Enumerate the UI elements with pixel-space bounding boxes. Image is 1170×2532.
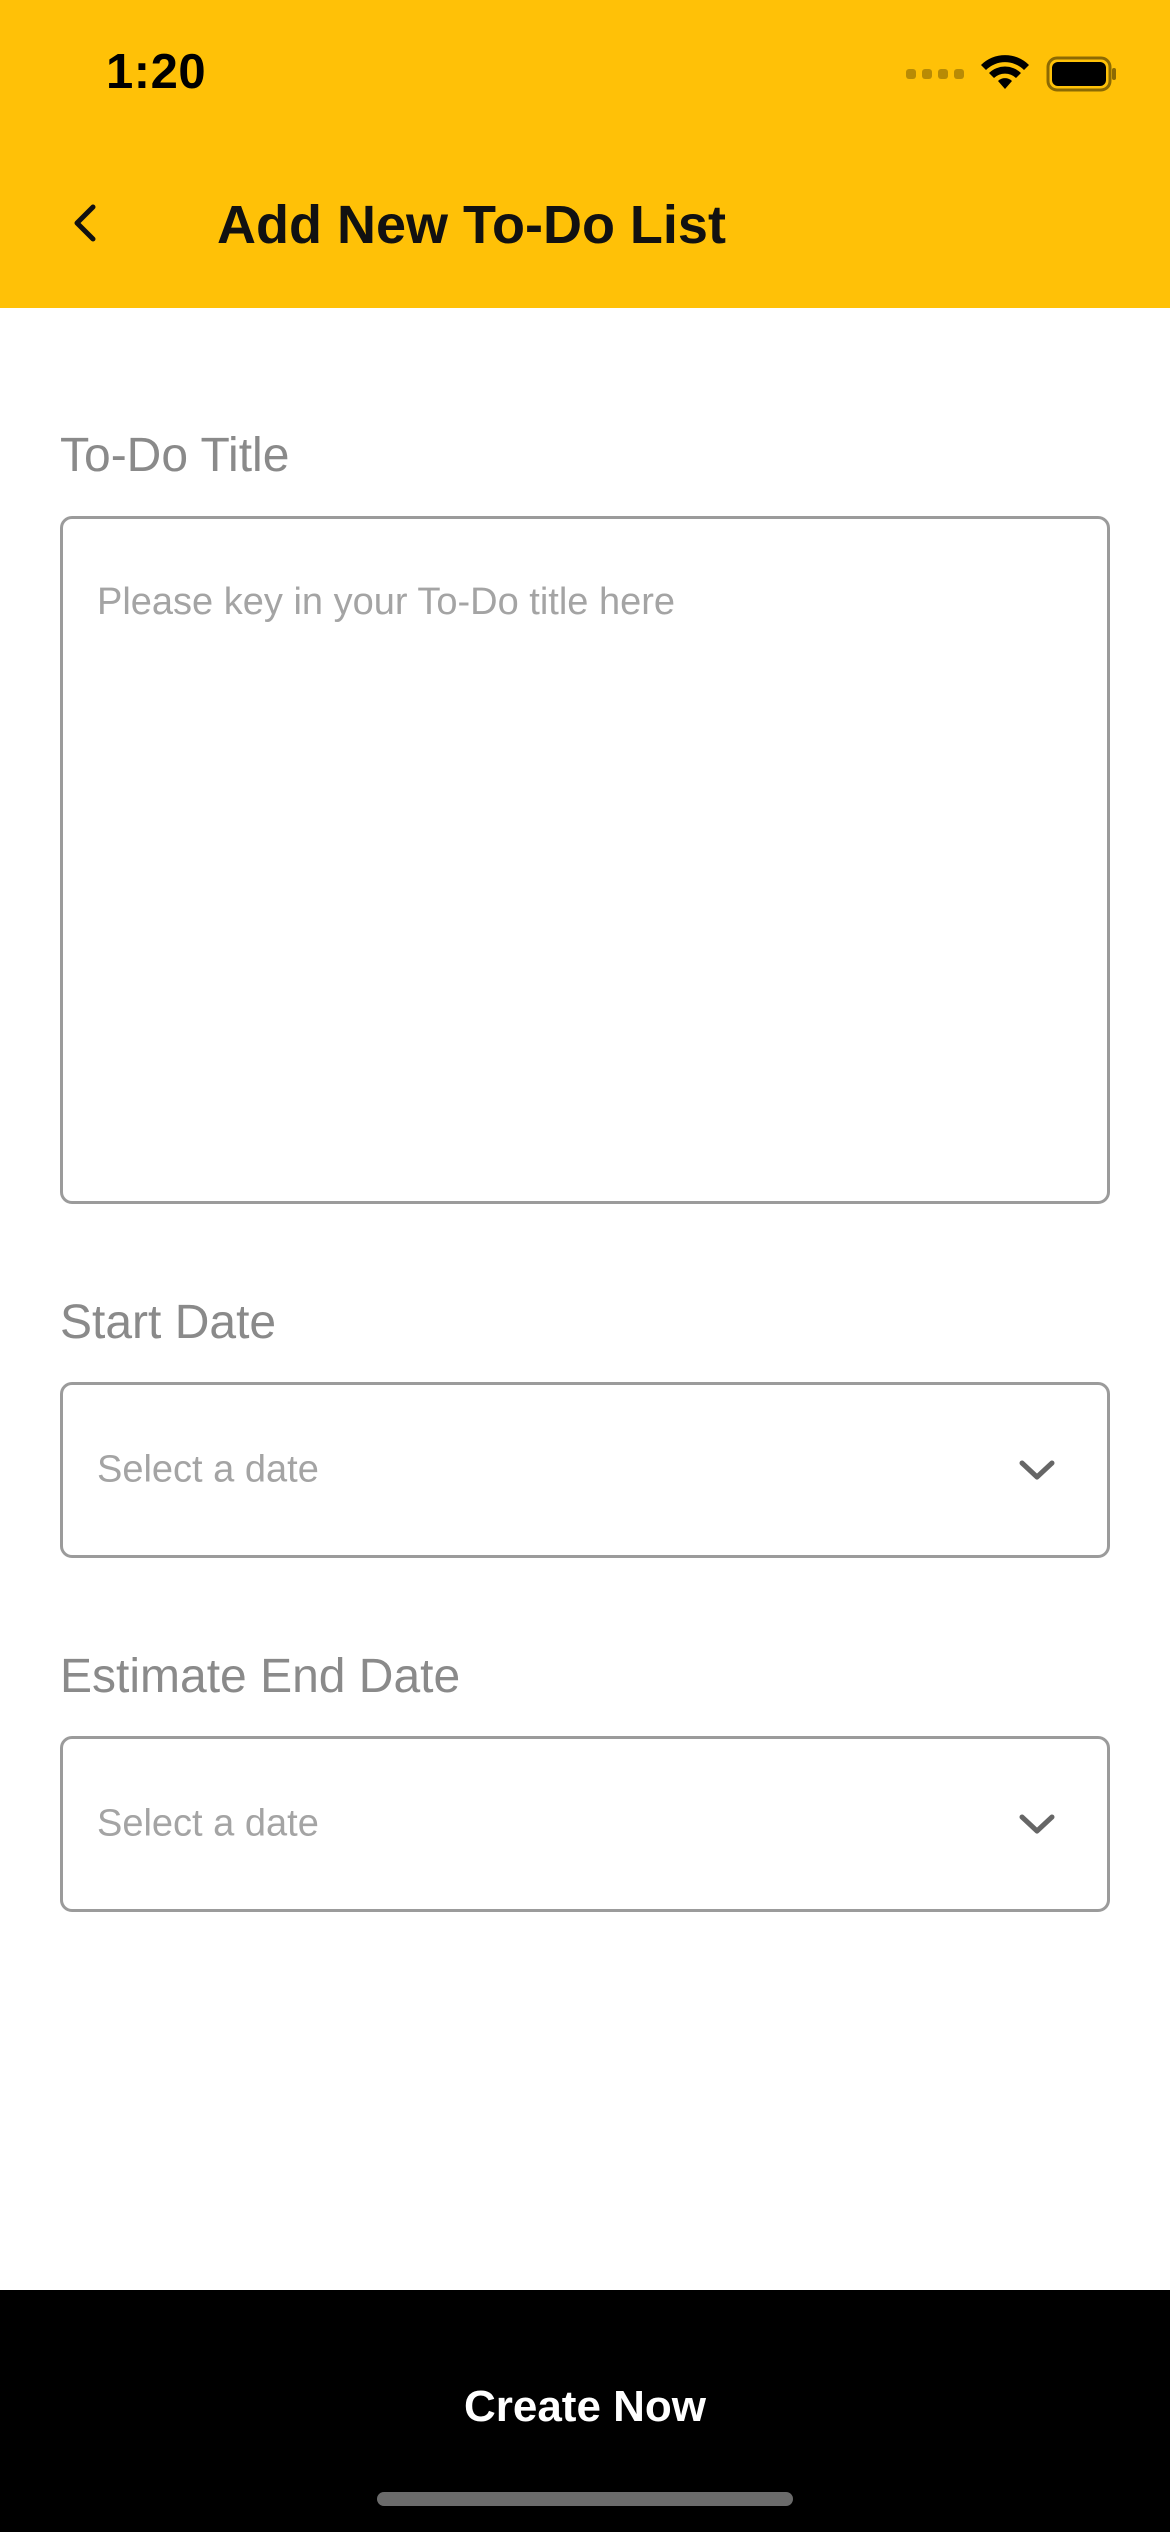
wifi-icon [980,55,1030,93]
app-header: 1:20 Add New To-Do List [0,0,1170,308]
home-indicator [377,2492,793,2506]
end-date-label: Estimate End Date [60,1650,461,1703]
status-icons [906,54,1118,94]
status-time: 1:20 [106,45,207,99]
back-button[interactable] [50,190,120,260]
todo-title-box [60,516,1110,1204]
chevron-down-icon [1015,1448,1059,1492]
signal-icon [906,69,964,79]
chevron-left-icon [67,201,103,250]
battery-icon [1046,55,1118,93]
start-date-placeholder: Select a date [97,1448,319,1491]
todo-title-input[interactable] [63,519,1107,1201]
create-now-label: Create Now [463,2382,707,2431]
start-date-label: Start Date [60,1296,277,1349]
page-title: Add New To-Do List [217,195,726,255]
end-date-select[interactable]: Select a date [60,1736,1110,1912]
chevron-down-icon [1015,1802,1059,1846]
todo-title-label: To-Do Title [60,429,290,482]
start-date-select[interactable]: Select a date [60,1382,1110,1558]
end-date-placeholder: Select a date [97,1802,319,1845]
